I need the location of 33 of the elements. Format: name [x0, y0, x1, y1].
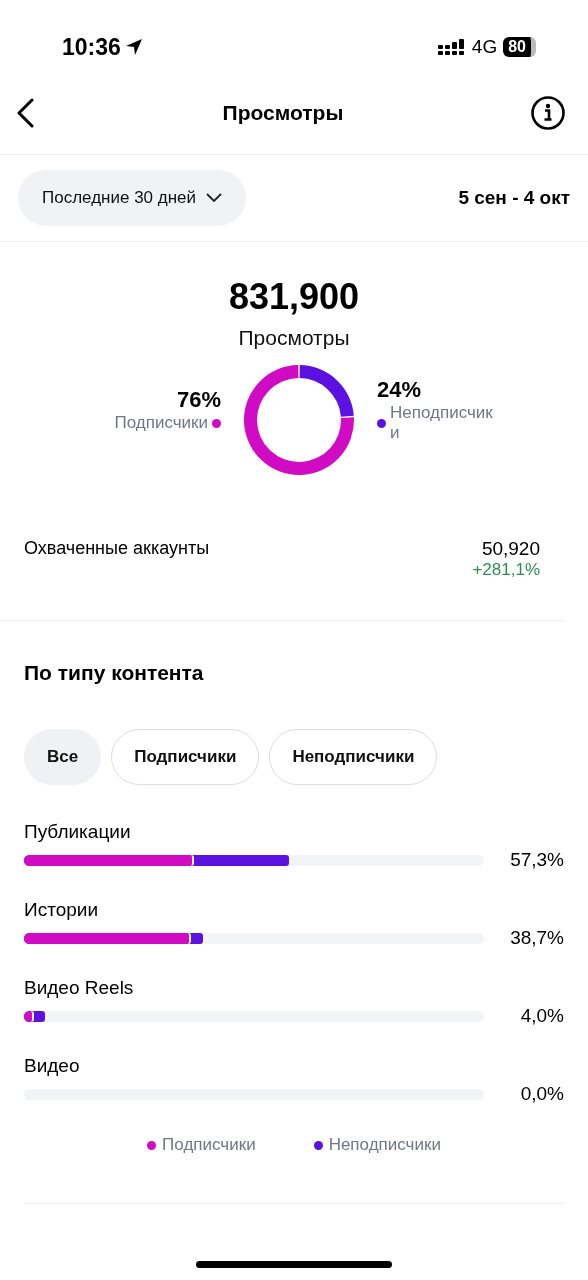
views-label: Просмотры — [238, 326, 350, 350]
content-type-percent: 0,0% — [520, 1083, 564, 1105]
views-total: 831,900 — [228, 276, 360, 318]
legend-label: Подписчики — [114, 413, 208, 433]
content-type-percent: 4,0% — [520, 1005, 564, 1027]
chevron-down-icon — [206, 193, 223, 203]
date-range: 5 сен - 4 окт — [458, 187, 570, 209]
percent-value: 24% — [377, 377, 423, 403]
period-dropdown[interactable]: Последние 30 дней — [18, 170, 247, 226]
legend-label: Подписчики — [162, 1135, 256, 1155]
accounts-label: Охваченные аккаунты — [24, 538, 210, 560]
page-title: Просмотры — [222, 101, 344, 125]
content-type-label: Видео Reels — [24, 977, 135, 999]
signal-icon — [437, 38, 466, 56]
accounts-change: +281,1% — [472, 560, 540, 580]
section-title: По типу контента — [24, 661, 204, 684]
filter-chip[interactable]: Все — [24, 729, 102, 785]
legend-label: Неподписчики — [390, 403, 494, 443]
content-type-label: Публикации — [24, 821, 132, 843]
content-type-percent: 57,3% — [510, 849, 564, 871]
info-icon[interactable] — [530, 95, 566, 131]
legend-label: Неподписчики — [328, 1135, 441, 1155]
content-type-percent: 38,7% — [510, 927, 564, 949]
filter-chip[interactable]: Подписчики — [111, 729, 260, 785]
content-type-label: Видео — [24, 1055, 81, 1077]
network-label: 4G — [471, 36, 498, 58]
percent-value: 76% — [176, 387, 221, 413]
battery-indicator: 80 — [503, 37, 536, 57]
filter-chip[interactable]: Неподписчики — [269, 729, 438, 785]
status-time: 10:36 — [62, 33, 121, 61]
location-arrow-icon — [124, 38, 143, 56]
content-type-label: Истории — [24, 899, 99, 921]
accounts-value: 50,920 — [481, 538, 540, 560]
